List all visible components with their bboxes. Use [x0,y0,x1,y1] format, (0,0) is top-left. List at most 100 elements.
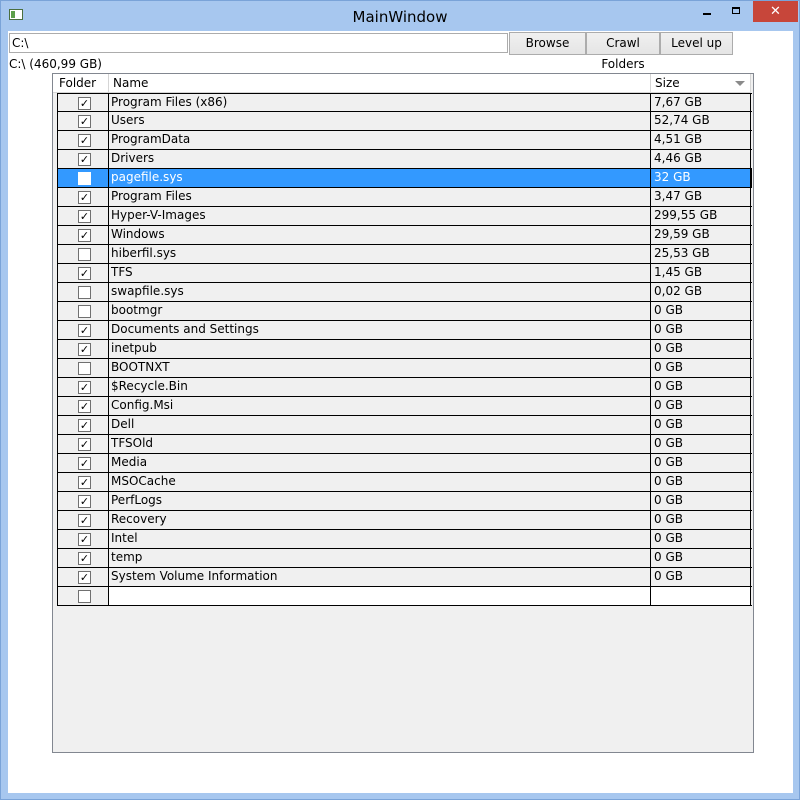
table-row[interactable]: ✓ TFS 1,45 GB [57,264,752,283]
folder-checkbox[interactable]: ✓ [78,457,91,470]
folder-checkbox[interactable]: ✓ [78,476,91,489]
folder-checkbox[interactable]: ✓ [78,514,91,527]
folder-checkbox[interactable]: ✓ [78,134,91,147]
table-row[interactable]: ✓ PerfLogs 0 GB [57,492,752,511]
folder-checkbox[interactable] [78,248,91,261]
folder-checkbox[interactable] [78,590,91,603]
table-row[interactable]: ✓ Users 52,74 GB [57,112,752,131]
name-cell[interactable]: TFS [109,264,651,282]
folder-checkbox[interactable]: ✓ [78,571,91,584]
folder-checkbox[interactable]: ✓ [78,343,91,356]
size-cell[interactable]: 52,74 GB [651,112,751,130]
size-cell[interactable]: 0 GB [651,492,751,510]
name-cell[interactable]: Windows [109,226,651,244]
table-row[interactable]: ✓ Media 0 GB [57,454,752,473]
table-row[interactable]: bootmgr 0 GB [57,302,752,321]
size-cell[interactable]: 0 GB [651,511,751,529]
table-row[interactable]: BOOTNXT 0 GB [57,359,752,378]
title-bar[interactable]: MainWindow ✕ [1,1,799,31]
name-cell[interactable]: Program Files (x86) [109,94,651,112]
size-cell[interactable]: 0 GB [651,321,751,339]
size-cell[interactable]: 0,02 GB [651,283,751,301]
name-cell[interactable]: Recovery [109,511,651,529]
folder-checkbox[interactable] [78,305,91,318]
path-input[interactable] [9,33,508,53]
minimize-button[interactable] [693,1,721,22]
folder-checkbox[interactable]: ✓ [78,191,91,204]
folder-checkbox[interactable]: ✓ [78,552,91,565]
name-cell[interactable]: Hyper-V-Images [109,207,651,225]
browse-button[interactable]: Browse [509,32,586,55]
column-header-size[interactable]: Size [651,74,751,93]
size-cell[interactable]: 3,47 GB [651,188,751,206]
name-cell[interactable]: System Volume Information [109,568,651,586]
maximize-button[interactable] [723,1,751,22]
table-row[interactable]: ✓ Documents and Settings 0 GB [57,321,752,340]
size-cell[interactable] [651,587,751,605]
folder-checkbox[interactable]: ✓ [78,324,91,337]
size-cell[interactable]: 1,45 GB [651,264,751,282]
size-cell[interactable]: 299,55 GB [651,207,751,225]
name-cell[interactable]: Documents and Settings [109,321,651,339]
folder-checkbox[interactable]: ✓ [78,419,91,432]
folder-checkbox[interactable]: ✓ [78,400,91,413]
table-row[interactable]: ✓ Windows 29,59 GB [57,226,752,245]
folder-checkbox[interactable]: ✓ [78,97,91,110]
size-cell[interactable]: 4,51 GB [651,131,751,149]
size-cell[interactable]: 0 GB [651,530,751,548]
name-cell[interactable]: hiberfil.sys [109,245,651,263]
table-row[interactable]: ✓ Hyper-V-Images 299,55 GB [57,207,752,226]
table-row[interactable]: ✓ Dell 0 GB [57,416,752,435]
name-cell[interactable]: Program Files [109,188,651,206]
table-row[interactable]: pagefile.sys 32 GB [57,168,752,188]
folder-checkbox[interactable]: ✓ [78,495,91,508]
size-cell[interactable]: 0 GB [651,435,751,453]
name-cell[interactable]: Dell [109,416,651,434]
name-cell[interactable]: $Recycle.Bin [109,378,651,396]
name-cell[interactable]: Drivers [109,150,651,168]
size-cell[interactable]: 0 GB [651,549,751,567]
table-row[interactable]: ✓ Intel 0 GB [57,530,752,549]
size-cell[interactable]: 4,46 GB [651,150,751,168]
name-cell[interactable]: Media [109,454,651,472]
name-cell[interactable]: Config.Msi [109,397,651,415]
folder-datagrid[interactable]: Folder Name Size ✓ Program Files (x86) 7,6… [52,73,754,753]
table-row[interactable]: ✓ TFSOld 0 GB [57,435,752,454]
size-cell[interactable]: 0 GB [651,397,751,415]
size-cell[interactable]: 32 GB [650,168,752,188]
folder-checkbox[interactable]: ✓ [78,153,91,166]
name-cell[interactable]: swapfile.sys [109,283,651,301]
close-button[interactable]: ✕ [753,1,798,22]
column-header-folder[interactable]: Folder [53,74,109,93]
folder-checkbox[interactable] [78,362,91,375]
name-cell[interactable]: PerfLogs [109,492,651,510]
size-cell[interactable]: 0 GB [651,568,751,586]
folder-checkbox[interactable]: ✓ [78,229,91,242]
table-row[interactable]: ✓ temp 0 GB [57,549,752,568]
size-cell[interactable]: 0 GB [651,340,751,358]
folder-checkbox[interactable]: ✓ [78,533,91,546]
folder-checkbox[interactable] [78,172,91,185]
size-cell[interactable]: 0 GB [651,359,751,377]
table-row[interactable]: ✓ MSOCache 0 GB [57,473,752,492]
level-up-button[interactable]: Level up [660,32,733,55]
folder-checkbox[interactable]: ✓ [78,438,91,451]
size-cell[interactable]: 0 GB [651,378,751,396]
table-row[interactable]: ✓ Program Files (x86) 7,67 GB [57,93,752,112]
folder-checkbox[interactable]: ✓ [78,210,91,223]
table-row[interactable]: swapfile.sys 0,02 GB [57,283,752,302]
crawl-folders-button[interactable]: Crawl Folders [586,32,660,71]
name-cell[interactable]: TFSOld [109,435,651,453]
folder-checkbox[interactable]: ✓ [78,267,91,280]
table-row[interactable]: ✓ Config.Msi 0 GB [57,397,752,416]
table-row[interactable]: ✓ ProgramData 4,51 GB [57,131,752,150]
size-cell[interactable]: 0 GB [651,454,751,472]
name-cell[interactable]: pagefile.sys [109,169,651,187]
name-cell[interactable]: BOOTNXT [109,359,651,377]
name-cell[interactable]: ProgramData [109,131,651,149]
table-row[interactable]: ✓ $Recycle.Bin 0 GB [57,378,752,397]
size-cell[interactable]: 7,67 GB [651,94,751,112]
table-row[interactable]: ✓ inetpub 0 GB [57,340,752,359]
size-cell[interactable]: 0 GB [651,473,751,491]
name-cell[interactable]: temp [109,549,651,567]
